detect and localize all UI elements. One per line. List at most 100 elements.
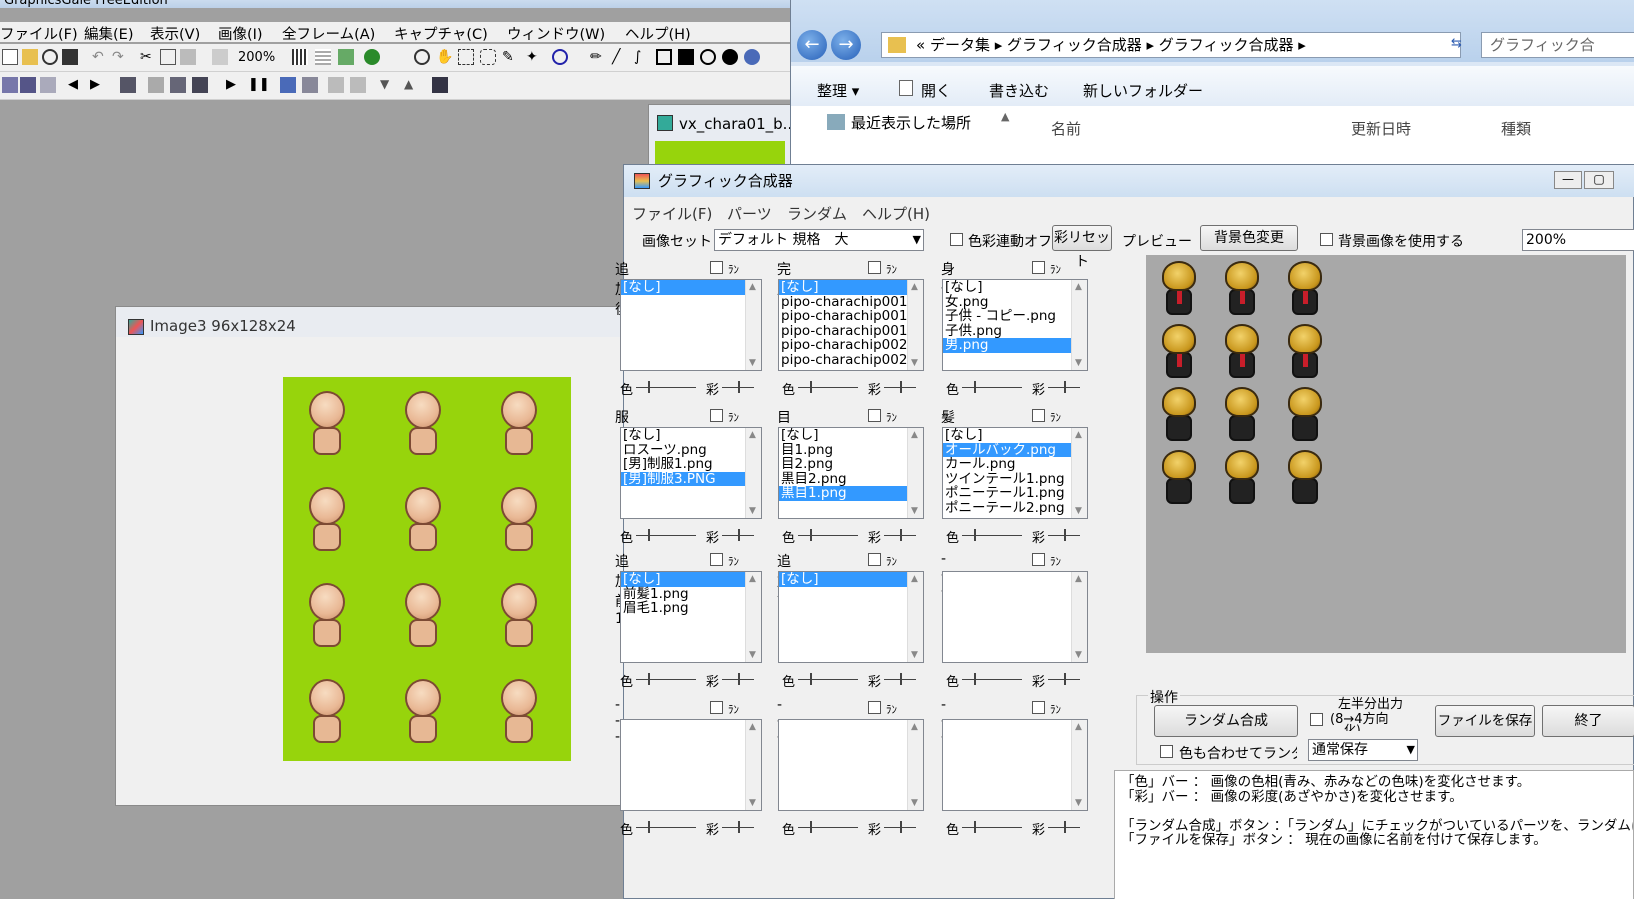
list-item[interactable]: [男]制服3.PNG	[621, 471, 761, 486]
list-item[interactable]: 黒目2.png	[779, 471, 923, 487]
list-item[interactable]: カール.png	[943, 457, 1087, 472]
hue-slider[interactable]	[798, 387, 858, 388]
random-compose-button[interactable]: ランダム合成	[1154, 705, 1298, 737]
search-input[interactable]: グラフィック合	[1481, 32, 1634, 58]
list-item[interactable]: [なし]	[621, 428, 761, 443]
column-modified[interactable]: 更新日時	[1351, 118, 1411, 139]
down-icon[interactable]: ▼	[380, 77, 396, 93]
column-name[interactable]: 名前	[1051, 118, 1081, 139]
part-listbox[interactable]: [なし] ▲ ▼	[778, 571, 924, 663]
scroll-down-icon[interactable]: ▼	[911, 356, 918, 371]
save-mode-select[interactable]: 通常保存 ▼	[1308, 739, 1418, 761]
hue-slider-thumb[interactable]	[974, 529, 976, 541]
new-icon[interactable]	[2, 49, 18, 65]
image3-window[interactable]: Image3 96x128x24	[115, 306, 640, 806]
scroll-up-icon[interactable]: ▲	[1075, 720, 1082, 735]
part-listbox[interactable]: ▲ ▼	[778, 719, 924, 811]
use-bg-image-checkbox[interactable]	[1320, 233, 1333, 246]
scrollbar[interactable]: ▲ ▼	[1071, 572, 1087, 662]
maximize-icon[interactable]: ▢	[1584, 171, 1614, 189]
scroll-up-icon[interactable]: ▲	[1001, 110, 1009, 123]
layer-copy-icon[interactable]	[170, 77, 186, 93]
menu-window[interactable]: ウィンドウ(W)	[507, 23, 605, 44]
color-link-checkbox[interactable]	[950, 233, 963, 246]
saturation-slider-thumb[interactable]	[738, 821, 740, 833]
paste-icon[interactable]	[180, 49, 196, 65]
menu-all-frames[interactable]: 全フレーム(A)	[282, 23, 375, 44]
random-checkbox[interactable]	[1032, 701, 1045, 714]
hue-slider[interactable]	[798, 535, 858, 536]
scroll-up-icon[interactable]: ▲	[749, 720, 756, 735]
list-item[interactable]: ポニーテール1.png	[943, 486, 1087, 501]
search-icon[interactable]	[42, 49, 58, 65]
scroll-down-icon[interactable]: ▼	[911, 504, 918, 519]
frame-delete-icon[interactable]	[40, 77, 56, 93]
menu-edit[interactable]: 編集(E)	[84, 23, 133, 44]
list-item[interactable]: pipo-charachip001.png	[779, 294, 923, 310]
list-item[interactable]: pipo-charachip001b.png	[779, 323, 923, 339]
list-item[interactable]: pipo-charachip001a.png	[779, 309, 923, 324]
saturation-slider-thumb[interactable]	[900, 529, 902, 541]
tool-b-icon[interactable]	[302, 77, 318, 93]
scroll-up-icon[interactable]: ▲	[749, 428, 756, 443]
saturation-slider-thumb[interactable]	[900, 673, 902, 685]
frame-icon[interactable]	[2, 77, 18, 93]
hue-slider[interactable]	[798, 679, 858, 680]
scrollbar[interactable]: ▲ ▼	[907, 428, 923, 518]
breadcrumb[interactable]: « データ集 ▸ グラフィック合成器 ▸ グラフィック合成器 ▸	[916, 36, 1306, 54]
burn-button[interactable]: 書き込む	[989, 80, 1049, 101]
random-checkbox[interactable]	[868, 409, 881, 422]
list-item[interactable]: pipo-charachip002a.png	[779, 352, 923, 368]
save-icon[interactable]	[62, 49, 78, 65]
part-listbox[interactable]: ▲ ▼	[620, 719, 762, 811]
list-item[interactable]: [なし]	[621, 280, 761, 295]
list-item[interactable]: 女.png	[943, 294, 1087, 310]
fill-icon[interactable]	[552, 49, 568, 65]
clear-icon[interactable]	[212, 49, 228, 65]
scroll-down-icon[interactable]: ▼	[911, 648, 918, 663]
hue-slider-thumb[interactable]	[810, 529, 812, 541]
copy-icon[interactable]	[160, 49, 176, 65]
random-checkbox[interactable]	[868, 701, 881, 714]
redo-icon[interactable]: ↷	[112, 49, 128, 65]
minimize-icon[interactable]: —	[1554, 171, 1582, 189]
scrollbar[interactable]: ▲ ▼	[745, 280, 761, 370]
menu-help[interactable]: ヘルプ(H)	[862, 203, 930, 224]
scroll-down-icon[interactable]: ▼	[749, 504, 756, 519]
layer-merge-icon[interactable]	[148, 77, 164, 93]
scroll-up-icon[interactable]: ▲	[911, 280, 918, 295]
list-item[interactable]: [なし]	[779, 428, 923, 443]
hue-slider-thumb[interactable]	[810, 381, 812, 393]
home-icon[interactable]	[120, 77, 136, 93]
pencil-icon[interactable]: ✏	[590, 49, 606, 65]
left-half-checkbox[interactable]	[1310, 713, 1323, 726]
color-reset-button[interactable]: 彩リセット	[1052, 225, 1112, 270]
list-item[interactable]: pipo-charachip002.png	[779, 338, 923, 353]
open-button[interactable]: 開く	[921, 80, 951, 101]
menu-parts[interactable]: パーツ	[727, 203, 772, 224]
scroll-up-icon[interactable]: ▲	[911, 428, 918, 443]
part-listbox[interactable]: ▲ ▼	[942, 719, 1088, 811]
hue-slider-thumb[interactable]	[810, 673, 812, 685]
back-icon[interactable]: ←	[797, 30, 827, 60]
part-listbox[interactable]: ▲ ▼	[942, 571, 1088, 663]
hue-slider-thumb[interactable]	[648, 381, 650, 393]
tool-a-icon[interactable]	[280, 77, 296, 93]
scroll-down-icon[interactable]: ▼	[749, 648, 756, 663]
scroll-down-icon[interactable]: ▼	[1075, 356, 1082, 371]
scrollbar[interactable]: ▲ ▼	[1071, 280, 1087, 370]
curve-icon[interactable]: ∫	[634, 49, 650, 65]
scroll-up-icon[interactable]: ▲	[911, 720, 918, 735]
hue-slider-thumb[interactable]	[974, 673, 976, 685]
random-checkbox[interactable]	[710, 701, 723, 714]
preview-zoom-select[interactable]: 200%	[1522, 229, 1634, 251]
settings-icon[interactable]	[432, 77, 448, 93]
open-icon[interactable]	[22, 49, 38, 65]
column-type[interactable]: 種類	[1501, 118, 1531, 139]
scroll-down-icon[interactable]: ▼	[1075, 504, 1082, 519]
part-listbox[interactable]: [なし] ロスーツ.png [男]制服1.png [男]制服3.PNG ▲ ▼	[620, 427, 762, 519]
scrollbar[interactable]: ▲ ▼	[1071, 720, 1087, 810]
saturation-slider-thumb[interactable]	[900, 381, 902, 393]
hue-slider[interactable]	[636, 387, 696, 388]
list-item[interactable]: [なし]	[779, 572, 923, 587]
